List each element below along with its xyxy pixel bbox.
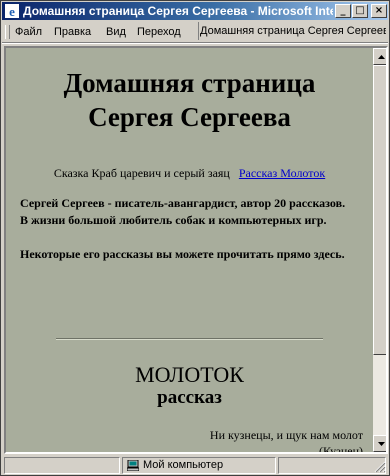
- nav-fairytale-text: Сказка Краб царевич и серый заяц: [53, 166, 230, 180]
- scroll-down-button[interactable]: [373, 435, 386, 452]
- status-extra-cell: [278, 457, 386, 474]
- security-zone-cell: Мой компьютер: [122, 457, 276, 474]
- epigraph: Ни кузнецы, и щук нам молот: [209, 428, 363, 442]
- page-heading: Домашняя страница Сергея Сергеева: [6, 66, 373, 134]
- page-heading-line1: Домашняя страница: [63, 68, 316, 98]
- menu-bar: Файл Правка Вид Переход: [2, 22, 197, 42]
- page-viewport: Домашняя страница Сергея Сергеева Сказка…: [4, 46, 388, 454]
- scroll-up-button[interactable]: [373, 48, 386, 65]
- minimize-button[interactable]: _: [335, 4, 351, 18]
- toolbar-separator: [2, 42, 388, 44]
- internet-explorer-icon: e: [5, 4, 19, 18]
- story-subtitle: рассказ: [157, 387, 222, 408]
- svg-text:e: e: [9, 4, 15, 18]
- status-bar: Мой компьютер: [2, 456, 388, 475]
- intro-read-here: Некоторые его рассказы вы можете прочита…: [20, 247, 345, 261]
- story-hammer-link[interactable]: Рассказ Молоток: [239, 166, 325, 180]
- title-bar[interactable]: e Домашняя страница Сергея Сергеева - Mi…: [2, 2, 388, 20]
- arrow-down-icon: [378, 442, 385, 446]
- status-text-cell: [4, 457, 120, 474]
- menu-view[interactable]: Вид: [106, 26, 126, 38]
- story-nav: Сказка Краб царевич и серый заяц Рассказ…: [6, 166, 373, 181]
- author-intro: Сергей Сергеев - писатель-авангардист, а…: [20, 195, 360, 280]
- vertical-scrollbar[interactable]: [373, 48, 386, 452]
- epigraph-author: (Кузнец): [318, 444, 363, 452]
- resize-grip-icon[interactable]: [374, 461, 386, 473]
- menu-file[interactable]: Файл: [15, 26, 42, 38]
- intro-hobby: В жизни большой любитель собак и компьют…: [20, 213, 327, 227]
- arrow-up-icon: [378, 55, 385, 59]
- story-title: МОЛОТОК: [135, 362, 244, 387]
- scroll-thumb[interactable]: [373, 65, 386, 355]
- menu-go[interactable]: Переход: [137, 26, 181, 38]
- browser-window: e Домашняя страница Сергея Сергеева - Mi…: [0, 0, 390, 476]
- menu-edit[interactable]: Правка: [54, 26, 91, 38]
- address-bar[interactable]: Домашняя страница Сергея Сергеева - Mi: [198, 22, 388, 40]
- intro-bio: Сергей Сергеев - писатель-авангардист, а…: [20, 196, 346, 210]
- address-text[interactable]: Домашняя страница Сергея Сергеева - Mi: [200, 25, 386, 37]
- security-zone-label: Мой компьютер: [143, 459, 224, 471]
- toolbar-grip[interactable]: [5, 25, 10, 39]
- my-computer-icon: [127, 460, 139, 471]
- horizontal-rule: [56, 338, 323, 340]
- window-title: Домашняя страница Сергея Сергеева - Micr…: [23, 4, 333, 18]
- page-heading-line2: Сергея Сергеева: [88, 102, 291, 132]
- close-button[interactable]: ×: [371, 4, 387, 18]
- maximize-button[interactable]: □: [352, 4, 368, 18]
- web-page: Домашняя страница Сергея Сергеева Сказка…: [6, 48, 373, 452]
